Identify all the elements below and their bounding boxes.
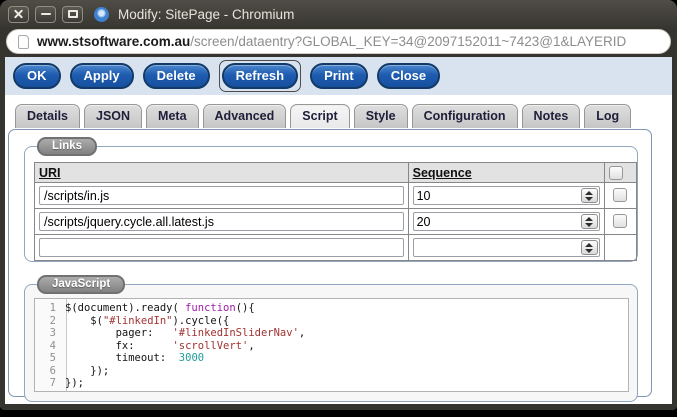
minimize-button[interactable] xyxy=(35,5,56,23)
uri-input[interactable] xyxy=(39,212,404,231)
chromium-icon xyxy=(94,6,109,22)
links-header-row: URI Sequence xyxy=(34,162,638,183)
tab-strip: Details JSON Meta Advanced Script Style … xyxy=(15,104,672,128)
tab-notes[interactable]: Notes xyxy=(521,104,581,128)
page-icon xyxy=(18,34,29,49)
sequence-field xyxy=(412,238,600,257)
url-text: www.stsoftware.com.au/screen/dataentry?G… xyxy=(37,34,626,49)
sequence-field xyxy=(412,212,600,231)
link-row xyxy=(34,234,638,261)
links-section: Links URI Sequence xyxy=(24,137,638,262)
apply-button[interactable]: Apply xyxy=(69,63,134,89)
maximize-icon xyxy=(67,10,78,18)
tab-details[interactable]: Details xyxy=(15,104,80,128)
sequence-input[interactable] xyxy=(413,188,581,203)
page-body: OK Apply Delete Refresh Print Close Deta… xyxy=(0,57,677,410)
tab-log[interactable]: Log xyxy=(584,104,632,128)
code-lines: 1 $(document).ready( function(){2 $("#lin… xyxy=(49,302,306,389)
close-button[interactable] xyxy=(8,5,29,23)
action-toolbar: OK Apply Delete Refresh Print Close xyxy=(5,57,672,95)
row-checkbox[interactable] xyxy=(613,188,628,203)
links-legend: Links xyxy=(37,137,98,156)
links-table: URI Sequence xyxy=(34,162,638,261)
spinner-stepper-icon[interactable] xyxy=(580,240,598,255)
tab-configuration[interactable]: Configuration xyxy=(411,104,518,128)
tab-advanced[interactable]: Advanced xyxy=(202,104,287,128)
url-path: /screen/dataentry?GLOBAL_KEY=34@20971520… xyxy=(190,34,627,49)
refresh-focus-ring: Refresh xyxy=(218,60,302,92)
uri-input[interactable] xyxy=(39,238,404,257)
delete-button[interactable]: Delete xyxy=(142,63,210,89)
address-row: www.stsoftware.com.au/screen/dataentry?G… xyxy=(0,28,677,57)
row-checkbox[interactable] xyxy=(613,214,628,229)
tab-script[interactable]: Script xyxy=(290,104,350,128)
maximize-button[interactable] xyxy=(62,5,83,23)
minimize-icon xyxy=(40,13,51,15)
refresh-button[interactable]: Refresh xyxy=(221,63,299,89)
tab-style[interactable]: Style xyxy=(353,104,408,128)
column-header-sequence[interactable]: Sequence xyxy=(413,166,472,180)
javascript-code-editor[interactable]: 1 $(document).ready( function(){2 $("#lin… xyxy=(34,298,629,392)
print-button[interactable]: Print xyxy=(310,63,368,89)
sequence-input[interactable] xyxy=(413,214,581,229)
tab-json[interactable]: JSON xyxy=(84,104,143,128)
sequence-input[interactable] xyxy=(413,240,581,255)
address-bar[interactable]: www.stsoftware.com.au/screen/dataentry?G… xyxy=(6,29,671,54)
script-tab-panel: Links URI Sequence /scripts/in.js 10 /sc… xyxy=(8,129,652,402)
tab-meta[interactable]: Meta xyxy=(146,104,199,128)
column-header-uri[interactable]: URI xyxy=(39,166,61,180)
link-row xyxy=(34,208,638,235)
titlebar: Modify: SitePage - Chromium xyxy=(0,0,677,28)
spinner-stepper-icon[interactable] xyxy=(580,188,598,203)
ok-button[interactable]: OK xyxy=(13,63,61,89)
sequence-field xyxy=(412,186,600,205)
url-domain: www.stsoftware.com.au xyxy=(37,34,191,49)
link-row xyxy=(34,182,638,209)
uri-input[interactable] xyxy=(39,186,404,205)
select-all-checkbox[interactable] xyxy=(608,165,623,180)
window-title: Modify: SitePage - Chromium xyxy=(118,6,295,22)
close-page-button[interactable]: Close xyxy=(376,63,441,89)
javascript-section: JavaScript 1 $(document).ready( function(… xyxy=(24,275,638,402)
browser-window: Modify: SitePage - Chromium www.stsoftwa… xyxy=(0,0,677,410)
javascript-legend: JavaScript xyxy=(37,275,126,294)
spinner-stepper-icon[interactable] xyxy=(580,214,598,229)
